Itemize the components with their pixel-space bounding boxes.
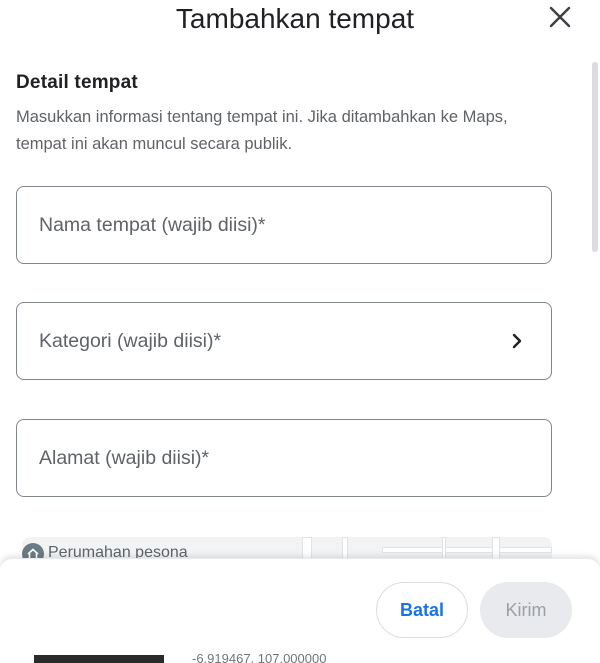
map-road bbox=[492, 537, 500, 560]
dialog-footer: Batal Kirim bbox=[0, 558, 600, 663]
map-road bbox=[382, 547, 552, 553]
section-description: Masukkan informasi tentang tempat ini. J… bbox=[16, 108, 508, 153]
section-title: Detail tempat bbox=[16, 72, 138, 93]
place-name-field[interactable] bbox=[16, 186, 552, 264]
map-road bbox=[342, 537, 348, 560]
close-icon bbox=[549, 6, 571, 28]
submit-button[interactable]: Kirim bbox=[480, 582, 572, 638]
map-preview[interactable]: Perumahan pesona bbox=[22, 537, 552, 560]
dialog-title: Tambahkan tempat bbox=[175, 3, 415, 34]
category-label: Kategori (wajib diisi)* bbox=[39, 329, 222, 352]
form-content: Detail tempat Masukkan informasi tentang… bbox=[0, 44, 600, 560]
dialog-header: Tambahkan tempat bbox=[0, 0, 600, 44]
map-road bbox=[302, 537, 312, 560]
address-field[interactable] bbox=[16, 419, 552, 497]
category-field[interactable]: Kategori (wajib diisi)* bbox=[16, 302, 552, 380]
close-button[interactable] bbox=[543, 0, 577, 34]
add-place-dialog: Tambahkan tempat Detail tempat Masukkan … bbox=[0, 0, 600, 663]
cancel-button[interactable]: Batal bbox=[376, 582, 468, 638]
map-road bbox=[442, 537, 446, 560]
background-thumbnail bbox=[34, 655, 164, 663]
place-name-input[interactable] bbox=[39, 213, 519, 237]
coordinates-text: -6.919467, 107.000000 bbox=[192, 652, 327, 663]
address-input[interactable] bbox=[39, 446, 519, 470]
chevron-right-icon bbox=[512, 333, 522, 349]
